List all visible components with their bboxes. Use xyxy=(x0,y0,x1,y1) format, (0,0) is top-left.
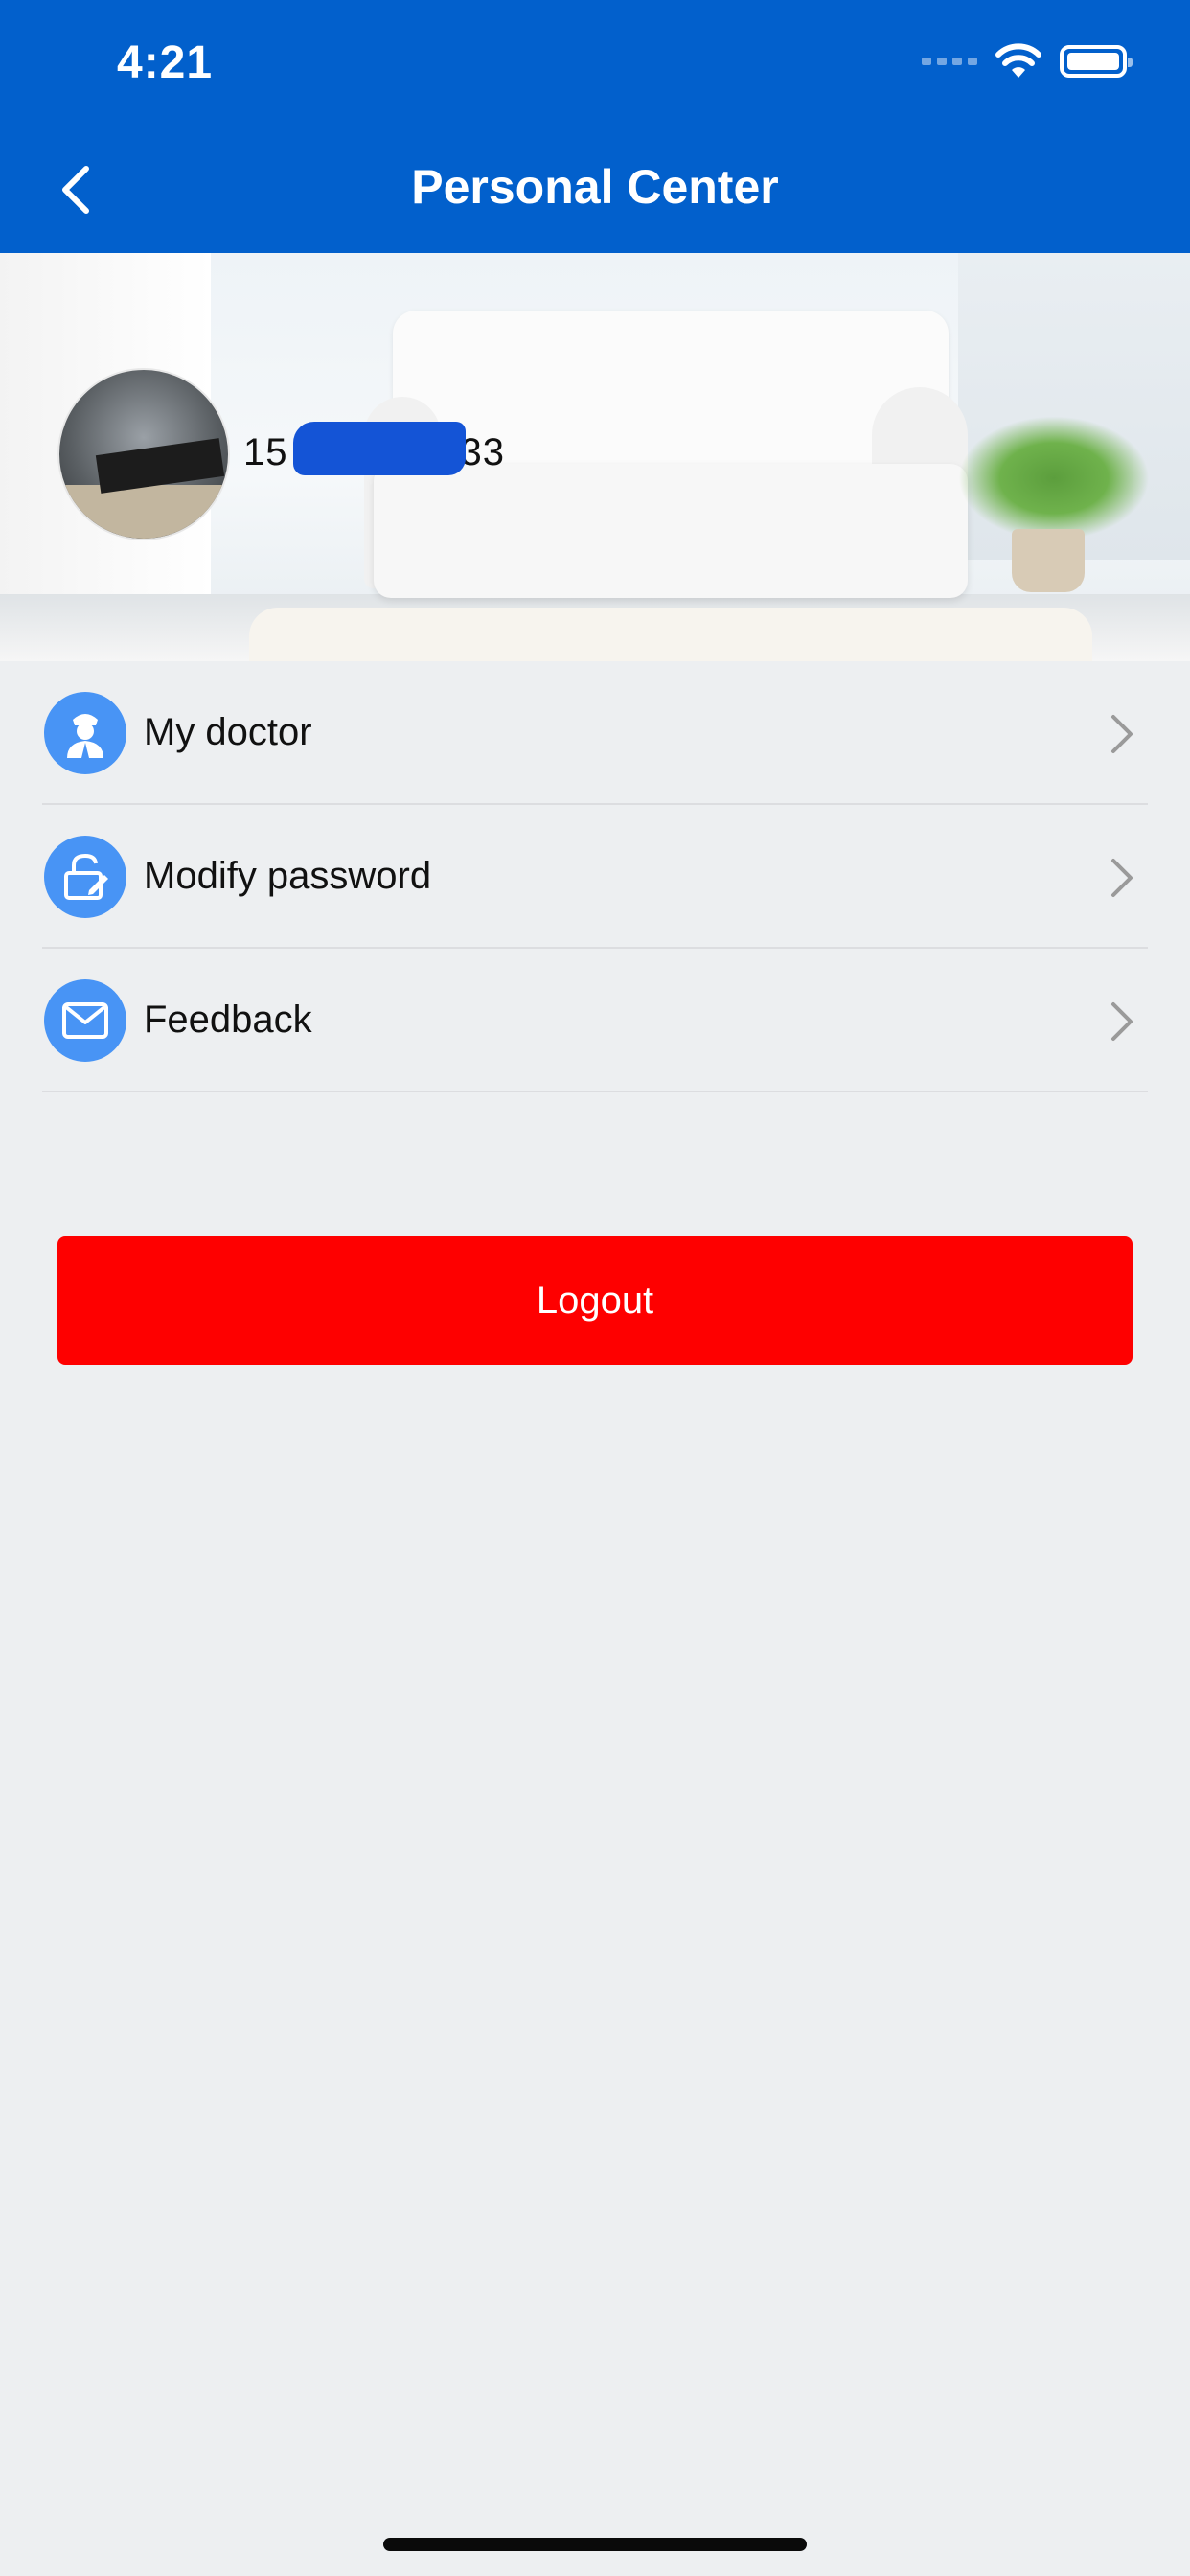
lock-edit-icon xyxy=(44,836,126,918)
menu-item-label: Modify password xyxy=(144,855,432,897)
doctor-icon xyxy=(44,692,126,774)
chevron-right-icon xyxy=(1111,859,1133,897)
menu-list: My doctor Modify password Feedback xyxy=(0,661,1190,1092)
phone-suffix: 33 xyxy=(460,431,505,473)
wifi-icon xyxy=(995,43,1041,78)
top-bar: 4:21 Personal Center xyxy=(0,0,1190,253)
menu-item-label: My doctor xyxy=(144,711,312,753)
battery-icon xyxy=(1060,45,1133,78)
home-indicator xyxy=(383,2538,807,2551)
menu-item-label: Feedback xyxy=(144,999,312,1041)
status-icons xyxy=(922,42,1133,80)
mail-icon xyxy=(44,979,126,1062)
menu-item-my-doctor[interactable]: My doctor xyxy=(0,661,1190,805)
phone-prefix: 15 xyxy=(243,431,288,473)
page-title: Personal Center xyxy=(411,160,779,214)
status-time: 4:21 xyxy=(117,37,214,88)
menu-item-modify-password[interactable]: Modify password xyxy=(0,805,1190,949)
logout-button[interactable]: Logout xyxy=(57,1236,1133,1365)
divider xyxy=(42,1091,1148,1092)
chevron-right-icon xyxy=(1111,715,1133,753)
chevron-right-icon xyxy=(1111,1002,1133,1041)
avatar[interactable] xyxy=(57,368,230,540)
signal-icon xyxy=(922,58,977,65)
redaction-mark xyxy=(293,422,466,475)
menu-item-feedback[interactable]: Feedback xyxy=(0,949,1190,1092)
